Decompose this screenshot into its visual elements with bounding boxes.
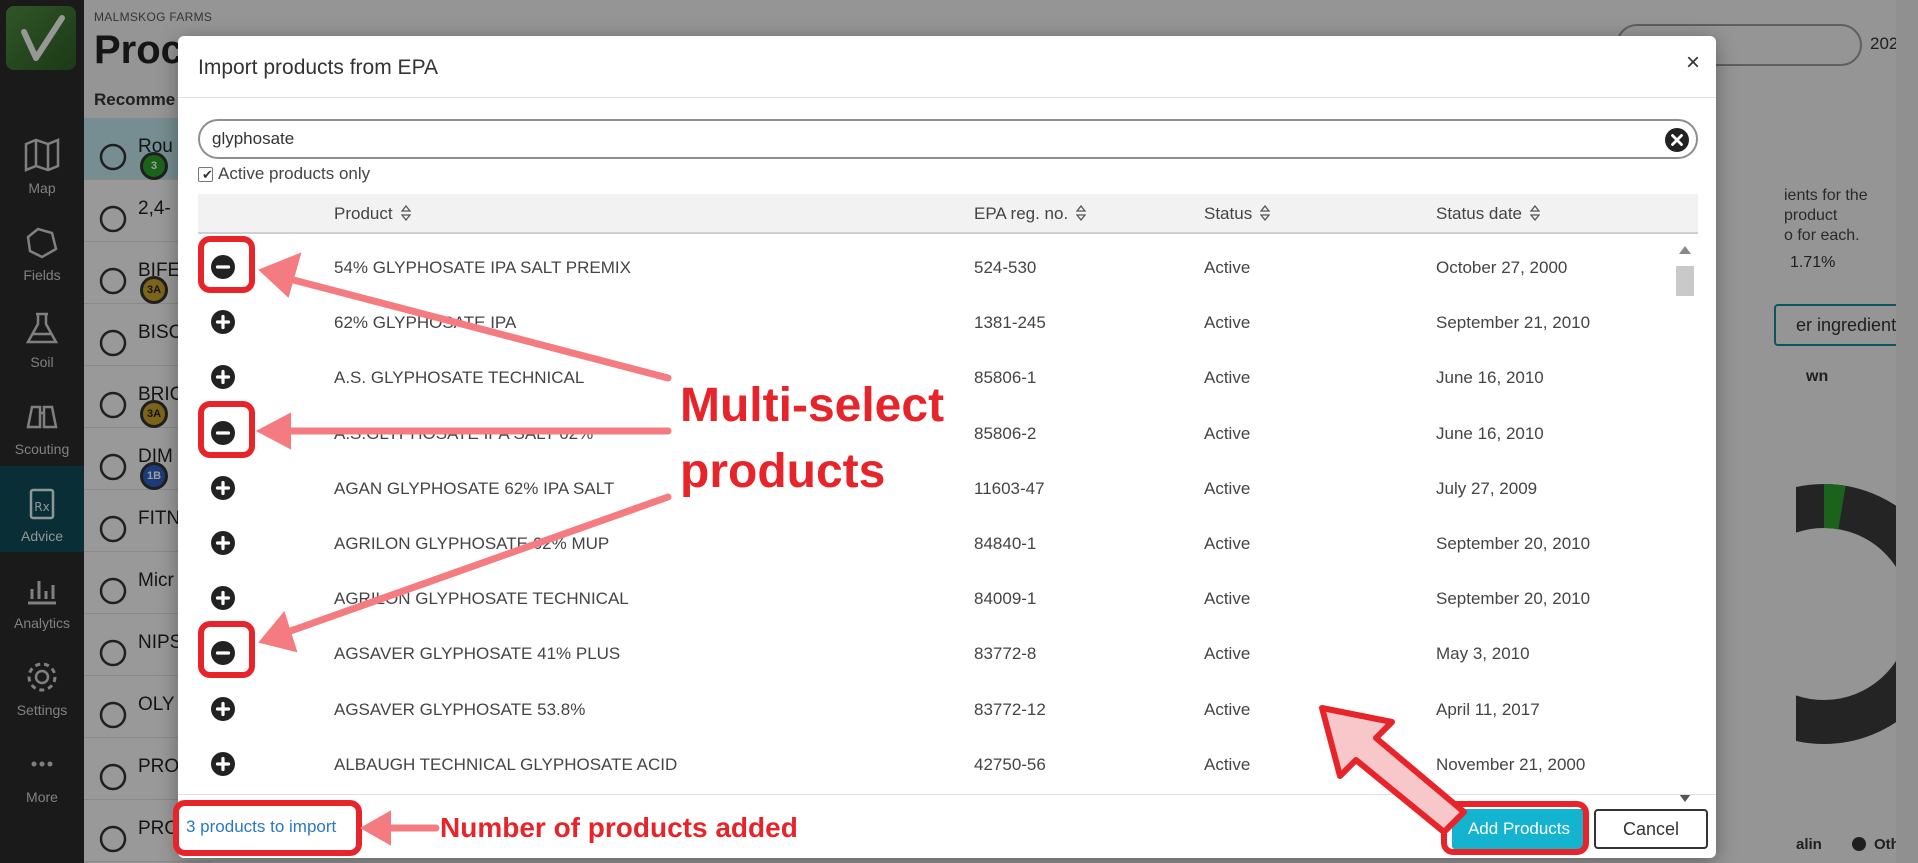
cell-product: 54% GLYPHOSATE IPA SALT PREMIX xyxy=(334,258,631,277)
active-only-label: Active products only xyxy=(218,164,371,183)
column-label-status-date: Status date xyxy=(1436,204,1523,223)
active-only-checkbox[interactable]: ✔ xyxy=(198,167,213,182)
annotation-count-note: Number of products added xyxy=(440,812,798,843)
cell-status-date: September 20, 2010 xyxy=(1436,534,1591,553)
sort-icon xyxy=(1076,205,1087,221)
table-row[interactable]: ALBAUGH TECHNICAL GLYPHOSATE ACID 42750-5… xyxy=(198,737,1674,792)
annotation-multi-select: Multi-select products xyxy=(680,373,944,505)
cancel-button[interactable]: Cancel xyxy=(1594,809,1708,849)
cell-epa-reg-no: 1381-245 xyxy=(974,313,1046,333)
scroll-thumb[interactable] xyxy=(1676,266,1694,296)
cell-epa-reg-no: 83772-12 xyxy=(974,699,1046,719)
annotation-line1: Multi-select xyxy=(680,379,945,432)
cell-product: AGSAVER GLYPHOSATE 53.8% xyxy=(334,699,586,719)
cell-product: AGRILON GLYPHOSATE TECHNICAL xyxy=(334,589,629,609)
products-table-body: 54% GLYPHOSATE IPA SALT PREMIX 524-530 Act… xyxy=(198,240,1674,810)
remove-icon[interactable] xyxy=(210,254,236,280)
remove-icon[interactable] xyxy=(210,640,236,666)
cell-status: Active xyxy=(1204,368,1251,388)
column-header-status[interactable]: Status xyxy=(1204,204,1271,224)
cell-product: AGAN GLYPHOSATE 62% IPA SALT xyxy=(334,478,615,498)
column-label-product: Product xyxy=(334,204,393,223)
cell-epa-reg-no: 84840-1 xyxy=(974,534,1037,553)
column-label-epa: EPA reg. no. xyxy=(974,204,1069,223)
cell-status: Active xyxy=(1204,258,1251,277)
add-icon[interactable] xyxy=(210,364,236,390)
cell-product: A.S. GLYPHOSATE TECHNICAL xyxy=(334,368,585,388)
cell-epa-reg-no: 85806-1 xyxy=(974,368,1037,388)
cell-status: Active xyxy=(1204,754,1251,774)
import-count-link[interactable]: 3 products to import xyxy=(186,817,336,837)
cell-product: AGRILON GLYPHOSATE 62% MUP xyxy=(334,534,610,553)
cell-status-date: June 16, 2010 xyxy=(1436,423,1544,443)
modal-footer: 3 products to import Add Products Cancel xyxy=(178,794,1716,858)
app-root: MALMSKOG FARMS Proc Recomme 2022 ients f… xyxy=(0,0,1918,863)
cell-status-date: April 11, 2017 xyxy=(1436,699,1540,719)
cell-status-date: September 20, 2010 xyxy=(1436,589,1591,609)
cell-epa-reg-no: 11603-47 xyxy=(974,478,1045,498)
sort-icon xyxy=(400,205,411,221)
column-label-status: Status xyxy=(1204,204,1253,223)
add-icon[interactable] xyxy=(210,309,236,335)
cell-status: Active xyxy=(1204,478,1251,498)
cell-epa-reg-no: 83772-8 xyxy=(974,644,1037,664)
cell-status: Active xyxy=(1204,313,1251,333)
sort-icon xyxy=(1260,205,1271,221)
import-products-modal: Import products from EPA × ✔ Active prod… xyxy=(178,36,1716,858)
add-icon[interactable] xyxy=(210,475,236,501)
cell-status: Active xyxy=(1204,589,1251,609)
add-icon[interactable] xyxy=(210,696,236,722)
remove-icon[interactable] xyxy=(210,420,236,446)
cell-status: Active xyxy=(1204,644,1251,664)
cell-status: Active xyxy=(1204,423,1251,443)
cell-epa-reg-no: 84009-1 xyxy=(974,589,1037,609)
table-header: Product EPA reg. no. Status Status date xyxy=(198,194,1698,234)
product-search-input[interactable] xyxy=(198,119,1698,159)
add-icon[interactable] xyxy=(210,530,236,556)
cell-status: Active xyxy=(1204,534,1251,553)
column-header-epa[interactable]: EPA reg. no. xyxy=(974,204,1087,224)
cell-epa-reg-no: 85806-2 xyxy=(974,423,1037,443)
cell-status-date: October 27, 2000 xyxy=(1436,258,1568,277)
table-row[interactable]: AGRILON GLYPHOSATE TECHNICAL 84009-1 Activ… xyxy=(198,571,1674,626)
close-icon[interactable]: × xyxy=(1680,48,1706,78)
cell-status-date: November 21, 2000 xyxy=(1436,754,1586,774)
table-row[interactable]: 62% GLYPHOSATE IPA 1381-245 Active Septembe… xyxy=(198,295,1674,350)
add-icon[interactable] xyxy=(210,585,236,611)
cell-status-date: July 27, 2009 xyxy=(1436,478,1538,498)
column-header-product[interactable]: Product xyxy=(334,204,411,224)
annotation-line2: products xyxy=(680,445,886,498)
cell-product: A.S.GLYPHOSATE IPA SALT 62% xyxy=(334,423,594,443)
cell-status-date: June 16, 2010 xyxy=(1436,368,1544,388)
cell-product: 62% GLYPHOSATE IPA xyxy=(334,313,517,333)
table-row[interactable]: AGSAVER GLYPHOSATE 53.8% 83772-12 Active Ap… xyxy=(198,682,1674,737)
cell-product: ALBAUGH TECHNICAL GLYPHOSATE ACID xyxy=(334,754,678,774)
add-icon[interactable] xyxy=(210,751,236,777)
table-row[interactable]: AGSAVER GLYPHOSATE 41% PLUS 83772-8 Active… xyxy=(198,626,1674,681)
cell-epa-reg-no: 524-530 xyxy=(974,258,1037,277)
table-row[interactable]: AGRILON GLYPHOSATE 62% MUP 84840-1 Active S… xyxy=(198,516,1674,571)
sort-icon xyxy=(1530,205,1541,221)
scroll-up-icon[interactable] xyxy=(1679,246,1691,254)
add-products-button[interactable]: Add Products xyxy=(1452,809,1586,849)
checkmark-icon: ✔ xyxy=(202,167,213,182)
cell-status: Active xyxy=(1204,699,1251,719)
modal-header: Import products from EPA × xyxy=(178,36,1716,98)
modal-title: Import products from EPA xyxy=(198,56,439,79)
clear-search-icon[interactable] xyxy=(1664,127,1690,153)
table-scrollbar[interactable] xyxy=(1674,242,1696,808)
cell-status-date: May 3, 2010 xyxy=(1436,644,1530,664)
table-row[interactable]: 54% GLYPHOSATE IPA SALT PREMIX 524-530 Act… xyxy=(198,240,1674,295)
cell-epa-reg-no: 42750-56 xyxy=(974,754,1046,774)
column-header-status-date[interactable]: Status date xyxy=(1436,204,1541,224)
cell-status-date: September 21, 2010 xyxy=(1436,313,1591,333)
cell-product: AGSAVER GLYPHOSATE 41% PLUS xyxy=(334,644,621,664)
